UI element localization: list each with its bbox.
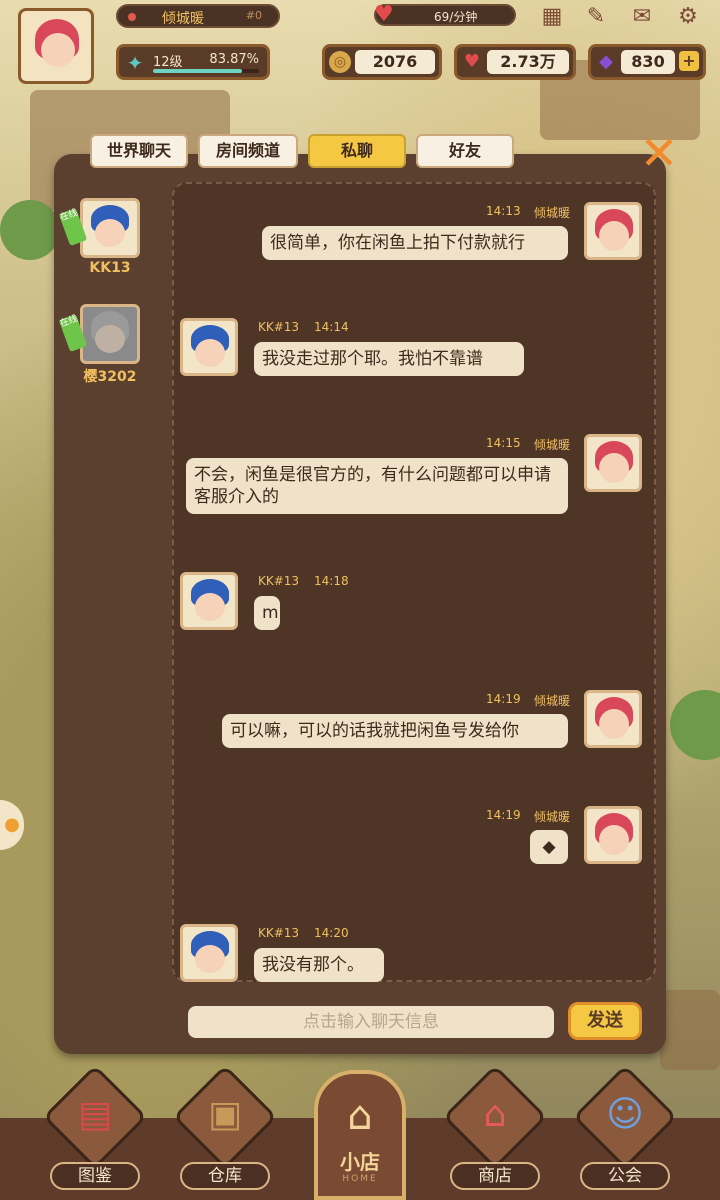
energy-heart-icon: ♥ <box>374 2 394 27</box>
close-icon[interactable]: ✕ <box>636 130 682 176</box>
nav-guild[interactable]: ☺ 公会 <box>570 1064 680 1190</box>
nav-sublabel: HOME <box>342 1174 378 1184</box>
chat-panel: 14:13 倾城暖 很简单，你在闲鱼上拍下付款就行 KK#13 14:14 我没… <box>54 154 666 1054</box>
nav-label: 仓库 <box>180 1162 270 1190</box>
message-bubble: 不会，闲鱼是很官方的，有什么问题都可以申请客服介入的 <box>186 458 568 514</box>
player-name: 倾城暖 <box>162 11 204 27</box>
message-list[interactable]: 14:13 倾城暖 很简单，你在闲鱼上拍下付款就行 KK#13 14:14 我没… <box>172 182 656 982</box>
guild-icon: ☺ <box>606 1094 644 1135</box>
avatar-face <box>599 709 629 739</box>
message-avatar[interactable] <box>584 202 642 260</box>
message-time: 14:13 <box>486 204 521 218</box>
shop-icon: ⌂ <box>483 1094 507 1135</box>
message-bubble: 可以嘛，可以的话我就把闲鱼号发给你 <box>222 714 568 748</box>
message-bubble: ◆ <box>530 830 568 864</box>
gems-panel[interactable]: ◆ 830 + <box>588 44 706 80</box>
broom-icon[interactable]: ✎ <box>582 4 610 30</box>
energy-rate: 69/分钟 <box>434 10 478 24</box>
hearts-panel[interactable]: ♥ 2.73万 <box>454 44 576 80</box>
book-icon: ▤ <box>77 1094 112 1135</box>
tab-room-channel[interactable]: 房间频道 <box>198 134 298 168</box>
message-sender: 倾城暖 <box>534 694 571 708</box>
message-time: 14:19 <box>486 808 521 822</box>
avatar-face <box>95 325 125 353</box>
exp-bar-fill <box>153 69 242 73</box>
message-sender: 倾城暖 <box>534 438 571 452</box>
message-bubble: m <box>254 596 280 630</box>
coins-panel[interactable]: ◎ 2076 <box>322 44 442 80</box>
message-sender: KK#13 <box>258 926 300 940</box>
avatar-face <box>599 221 629 251</box>
message-sender: KK#13 <box>258 320 300 334</box>
gem-icon: ◆ <box>599 51 613 72</box>
player-id: #0 <box>245 9 262 22</box>
gems-value: 830 <box>621 50 675 74</box>
nav-home-shop[interactable]: ⌂ 小店 HOME <box>314 1070 406 1200</box>
avatar-face <box>195 593 225 621</box>
level-text: 12级 <box>153 55 183 70</box>
coin-icon: ◎ <box>329 51 351 73</box>
hearts-value: 2.73万 <box>487 50 569 74</box>
box-icon: ▣ <box>207 1094 242 1135</box>
message-time: 14:14 <box>314 320 349 334</box>
player-avatar[interactable] <box>18 8 94 84</box>
contact-name: 樱3202 <box>83 369 137 385</box>
tab-friends[interactable]: 好友 <box>416 134 514 168</box>
tab-world-chat[interactable]: 世界聊天 <box>90 134 188 168</box>
nav-warehouse[interactable]: ▣ 仓库 <box>170 1064 280 1190</box>
level-panel[interactable]: ✦ 12级 83.87% <box>116 44 270 80</box>
gear-icon[interactable]: ⚙ <box>674 4 702 30</box>
contact-avatar <box>80 198 140 258</box>
nav-label: 小店 <box>340 1150 380 1174</box>
message-bubble: 我没走过那个耶。我怕不靠谱 <box>254 342 524 376</box>
avatar-face <box>195 945 225 973</box>
heart-icon: ♥ <box>463 51 481 72</box>
message-sender: 倾城暖 <box>534 810 571 824</box>
message-time: 14:18 <box>314 574 349 588</box>
bush <box>670 690 720 760</box>
message-avatar[interactable] <box>584 690 642 748</box>
message-sender: KK#13 <box>258 574 300 588</box>
coins-value: 2076 <box>355 50 435 74</box>
message-avatar[interactable] <box>180 572 238 630</box>
nav-label: 公会 <box>580 1162 670 1190</box>
exp-bar <box>153 69 259 73</box>
contact-avatar <box>80 304 140 364</box>
fence <box>660 990 720 1070</box>
mail-icon[interactable]: ✉ <box>628 4 656 30</box>
send-button[interactable]: 发送 <box>568 1002 642 1040</box>
exp-percent: 83.87% <box>209 52 259 67</box>
message-avatar[interactable] <box>584 434 642 492</box>
contact-name: KK13 <box>89 260 131 276</box>
message-time: 14:15 <box>486 436 521 450</box>
player-name-pill[interactable]: 倾城暖 #0 <box>116 4 280 28</box>
add-gems-button[interactable]: + <box>679 51 699 71</box>
message-avatar[interactable] <box>180 318 238 376</box>
calendar-icon[interactable]: ▦ <box>538 4 566 30</box>
nav-label: 商店 <box>450 1162 540 1190</box>
message-avatar[interactable] <box>584 806 642 864</box>
nav-store[interactable]: ⌂ 商店 <box>440 1064 550 1190</box>
message-bubble: 很简单，你在闲鱼上拍下付款就行 <box>262 226 568 260</box>
avatar-face <box>195 339 225 367</box>
message-bubble: 我没有那个。 <box>254 948 384 982</box>
chat-input[interactable]: 点击输入聊天信息 <box>188 1006 554 1038</box>
nav-label: 图鉴 <box>50 1162 140 1190</box>
avatar-face <box>95 219 125 247</box>
message-sender: 倾城暖 <box>534 206 571 220</box>
message-avatar[interactable] <box>180 924 238 982</box>
tab-private-chat[interactable]: 私聊 <box>308 134 406 168</box>
message-time: 14:20 <box>314 926 349 940</box>
avatar-face <box>599 453 629 483</box>
level-star-icon: ✦ <box>126 51 144 75</box>
avatar-face <box>41 33 75 67</box>
avatar-face <box>599 825 629 855</box>
house-icon: ⌂ <box>347 1093 373 1139</box>
energy-bar[interactable]: ♥ 69/分钟 <box>374 2 516 27</box>
status-dot <box>128 13 136 21</box>
nav-collection[interactable]: ▤ 图鉴 <box>40 1064 150 1190</box>
message-time: 14:19 <box>486 692 521 706</box>
bush <box>0 200 60 260</box>
